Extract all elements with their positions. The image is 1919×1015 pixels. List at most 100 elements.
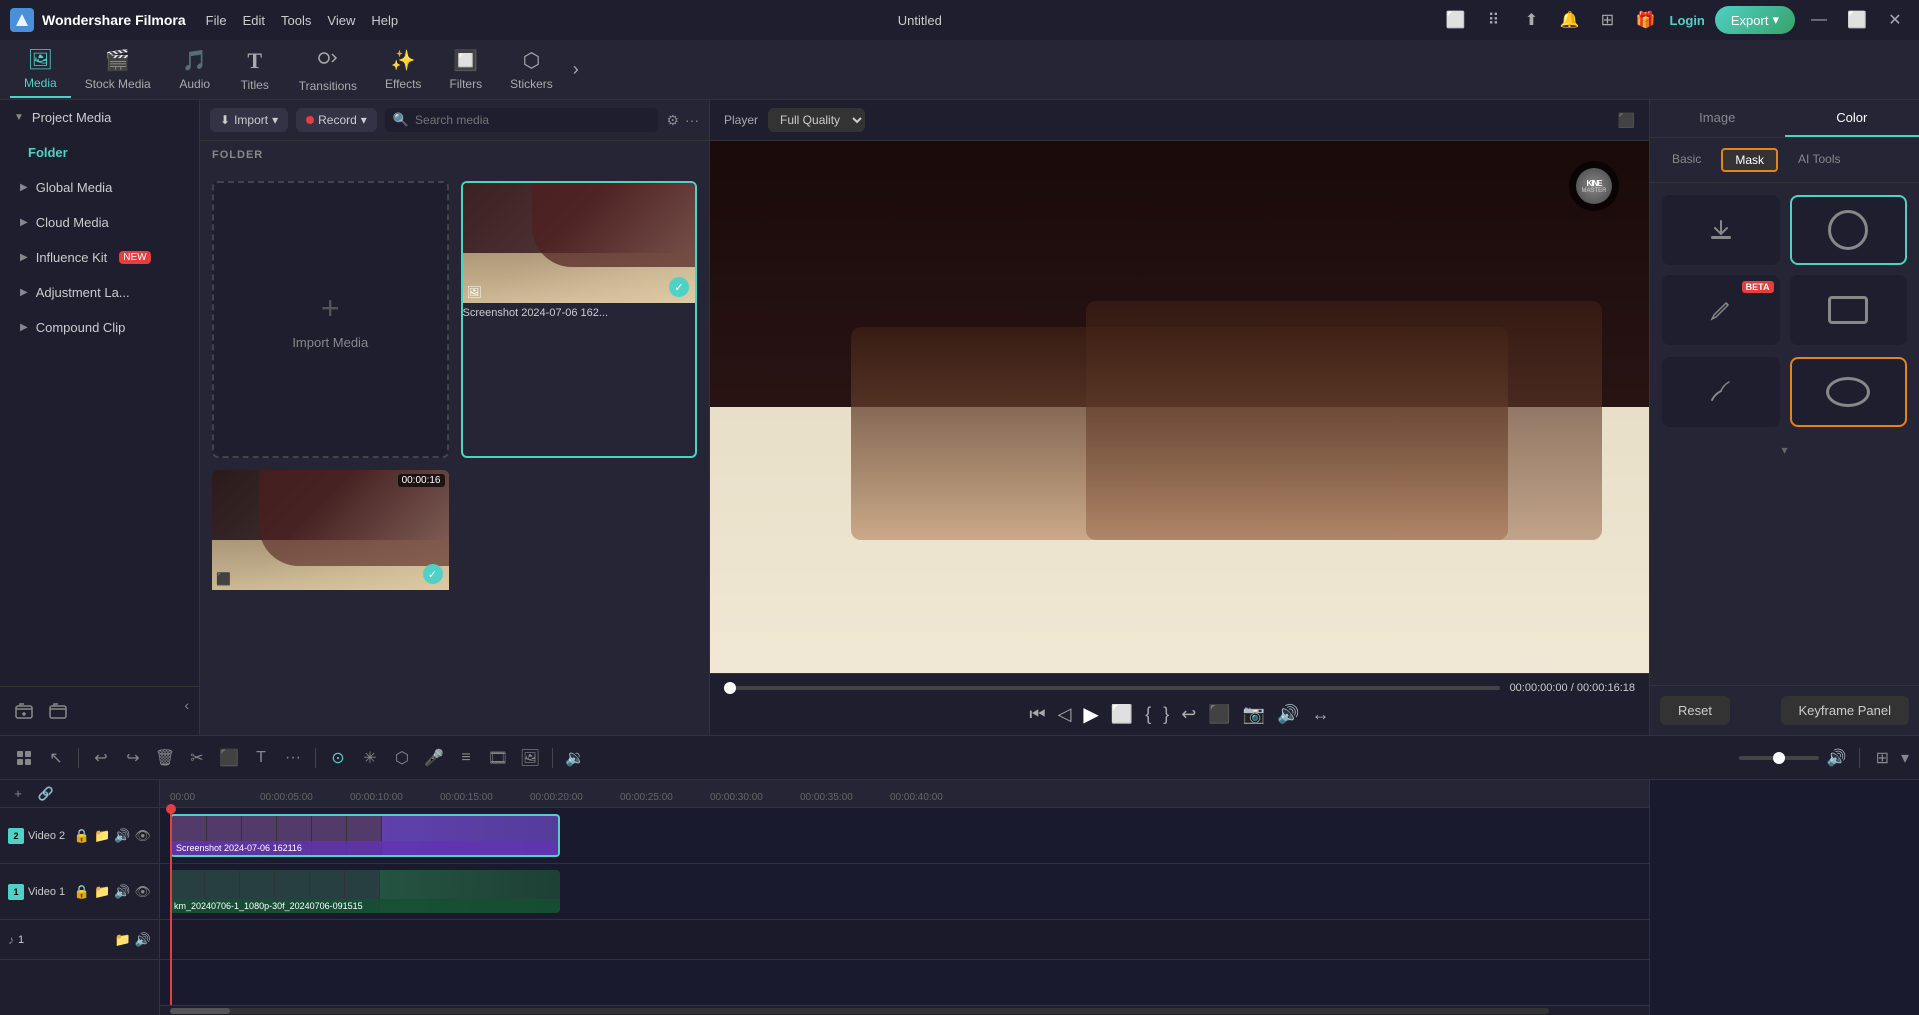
- tl-cursor-tool[interactable]: ↖: [42, 744, 70, 772]
- tl-delete-button[interactable]: 🗑: [151, 744, 179, 772]
- tab-transitions[interactable]: Transitions: [285, 41, 371, 99]
- notification-icon[interactable]: 🔔: [1556, 6, 1584, 34]
- record-button[interactable]: Record ▾: [296, 108, 377, 132]
- tab-media[interactable]: 🖼 Media: [10, 41, 71, 98]
- add-video-track-button[interactable]: +: [6, 782, 30, 806]
- tl-green-tool[interactable]: ⊙: [324, 744, 352, 772]
- tab-effects[interactable]: ✨ Effects: [371, 42, 435, 97]
- scrubber-thumb[interactable]: [724, 682, 736, 694]
- video1-volume-icon[interactable]: 🔊: [114, 884, 130, 900]
- audio1-folder-icon[interactable]: 📁: [115, 932, 131, 948]
- close-icon[interactable]: ✕: [1881, 6, 1909, 34]
- media-clip-1[interactable]: 🖼 ✓ Screenshot 2024-07-06 162...: [461, 181, 698, 458]
- video1-folder-icon[interactable]: 📁: [94, 884, 110, 900]
- tab-filters[interactable]: 🔲 Filters: [435, 42, 496, 97]
- login-button[interactable]: Login: [1670, 13, 1705, 28]
- zoom-slider[interactable]: [1739, 756, 1819, 760]
- video2-eye-icon[interactable]: 👁: [134, 828, 151, 844]
- tab-stock-media[interactable]: 🎬 Stock Media: [71, 42, 165, 97]
- timeline-scrollbar-thumb[interactable]: [170, 1008, 230, 1014]
- fullscreen-button[interactable]: ⬜: [1111, 704, 1133, 725]
- sidebar-item-cloud-media[interactable]: ▶ Cloud Media: [0, 205, 199, 240]
- link-track-button[interactable]: 🔗: [34, 782, 58, 806]
- gift-icon[interactable]: 🎁: [1632, 6, 1660, 34]
- video2-volume-icon[interactable]: 🔊: [114, 828, 130, 844]
- mask-tab-ai-tools[interactable]: AI Tools: [1786, 148, 1852, 172]
- snapshot-button[interactable]: 📷: [1243, 704, 1265, 725]
- tl-layers-button[interactable]: ≡: [452, 744, 480, 772]
- audio1-volume-icon[interactable]: 🔊: [135, 932, 151, 948]
- tl-mic-button[interactable]: 🎤: [420, 744, 448, 772]
- preview-expand-icon[interactable]: ⬛: [1618, 112, 1635, 129]
- menu-tools[interactable]: Tools: [281, 13, 311, 28]
- play-button[interactable]: ▶: [1083, 702, 1098, 727]
- keyframe-panel-button[interactable]: Keyframe Panel: [1781, 696, 1910, 725]
- add-folder-button[interactable]: [10, 697, 38, 725]
- video1-eye-icon[interactable]: 👁: [134, 884, 151, 900]
- sidebar-item-compound-clip[interactable]: ▶ Compound Clip: [0, 310, 199, 345]
- sidebar-item-folder[interactable]: Folder: [0, 135, 199, 170]
- sidebar-item-global-media[interactable]: ▶ Global Media: [0, 170, 199, 205]
- minimize-icon[interactable]: —: [1805, 6, 1833, 34]
- insert-button[interactable]: ↩: [1181, 704, 1196, 725]
- playhead[interactable]: [170, 808, 172, 1005]
- video2-folder-icon[interactable]: 📁: [94, 828, 110, 844]
- volume-button[interactable]: 🔊: [1277, 704, 1299, 725]
- apps-icon[interactable]: ⊞: [1594, 6, 1622, 34]
- right-tab-image[interactable]: Image: [1650, 100, 1785, 137]
- mask-item-download[interactable]: [1662, 195, 1780, 265]
- maximize-icon[interactable]: ⬜: [1843, 6, 1871, 34]
- mask-expand-icon[interactable]: ▾: [1781, 443, 1787, 457]
- tl-crop-button[interactable]: ⬛: [215, 744, 243, 772]
- sidebar-item-influence-kit[interactable]: ▶ Influence Kit NEW: [0, 240, 199, 275]
- sidebar-item-adjustment[interactable]: ▶ Adjustment La...: [0, 275, 199, 310]
- right-tab-color[interactable]: Color: [1785, 100, 1919, 137]
- tl-undo-button[interactable]: ↩: [87, 744, 115, 772]
- upload-icon[interactable]: ⬆: [1518, 6, 1546, 34]
- video2-lock-icon[interactable]: 🔒: [74, 828, 90, 844]
- search-input[interactable]: [415, 113, 650, 127]
- open-folder-button[interactable]: [44, 697, 72, 725]
- tl-shield-tool[interactable]: ⬡: [388, 744, 416, 772]
- menu-help[interactable]: Help: [371, 13, 398, 28]
- menu-edit[interactable]: Edit: [243, 13, 265, 28]
- monitor-icon[interactable]: ⬜: [1442, 6, 1470, 34]
- quality-select[interactable]: Full Quality: [768, 108, 865, 132]
- tl-more-tools-button[interactable]: ···: [279, 744, 307, 772]
- media-clip-2[interactable]: 00:00:16 ⬛ ✓: [212, 470, 449, 723]
- sidebar-item-project-media[interactable]: ▼ Project Media: [0, 100, 199, 135]
- mark-in-button[interactable]: {: [1145, 704, 1151, 725]
- tl-vol-up-button[interactable]: 🔊: [1823, 744, 1851, 772]
- layout-icon[interactable]: ⠿: [1480, 6, 1508, 34]
- video1-lock-icon[interactable]: 🔒: [74, 884, 90, 900]
- mask-item-rect[interactable]: [1790, 275, 1908, 345]
- search-bar[interactable]: 🔍: [385, 108, 659, 132]
- mask-item-oval[interactable]: [1790, 357, 1908, 427]
- tl-expand-button[interactable]: ▾: [1901, 748, 1909, 768]
- mask-item-draw[interactable]: [1662, 357, 1780, 427]
- video1-clip[interactable]: km_20240706-1_1080p-30f_20240706-091515: [170, 870, 560, 913]
- mask-item-circle[interactable]: [1790, 195, 1908, 265]
- tab-more-button[interactable]: ›: [567, 53, 585, 86]
- step-back-button[interactable]: ⏮: [1029, 704, 1045, 725]
- filter-icon[interactable]: ⚙: [666, 112, 679, 129]
- tl-vol-down-button[interactable]: 🔉: [561, 744, 589, 772]
- video2-clip[interactable]: Screenshot 2024-07-06 162116: [170, 814, 560, 857]
- mask-tab-mask[interactable]: Mask: [1721, 148, 1778, 172]
- tl-film-button[interactable]: 🎞: [484, 744, 512, 772]
- play-back-button[interactable]: ◁: [1058, 704, 1072, 725]
- tab-audio[interactable]: 🎵 Audio: [165, 42, 225, 97]
- mask-item-pen[interactable]: BETA: [1662, 275, 1780, 345]
- fit-to-screen-button[interactable]: ⬛: [1208, 704, 1230, 725]
- menu-file[interactable]: File: [206, 13, 227, 28]
- menu-view[interactable]: View: [327, 13, 355, 28]
- tab-titles[interactable]: T Titles: [225, 42, 285, 98]
- sidebar-collapse-button[interactable]: ‹: [184, 697, 189, 725]
- tl-select-tool[interactable]: [10, 744, 38, 772]
- mark-out-button[interactable]: }: [1163, 704, 1169, 725]
- reset-button[interactable]: Reset: [1660, 696, 1730, 725]
- import-media-item[interactable]: + Import Media: [212, 181, 449, 458]
- tl-cut-button[interactable]: ✂: [183, 744, 211, 772]
- tl-redo-button[interactable]: ↪: [119, 744, 147, 772]
- tl-grid-button[interactable]: ⊞: [1876, 748, 1889, 768]
